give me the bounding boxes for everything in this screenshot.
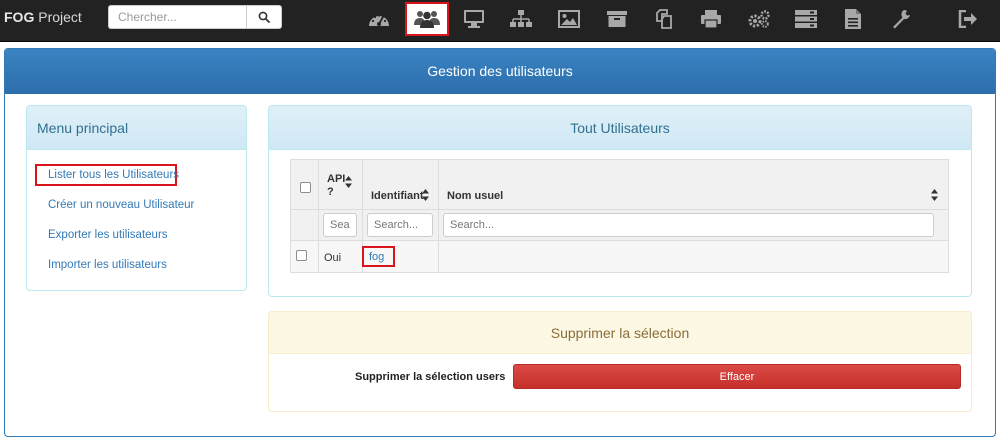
storage-icon <box>607 11 627 27</box>
column-header-api[interactable]: API ? <box>327 173 345 199</box>
sort-icon[interactable] <box>422 189 429 201</box>
nav-snapins[interactable] <box>643 3 685 35</box>
users-panel: Tout Utilisateurs API ? Identifiant Nom … <box>268 105 972 297</box>
groups-icon <box>510 10 532 27</box>
main-panel: Gestion des utilisateurs Menu principal … <box>4 48 996 437</box>
row-identifier-link[interactable]: fog <box>369 251 384 263</box>
snapins-icon <box>656 9 672 29</box>
menu-item-export-users[interactable]: Exporter les utilisateurs <box>48 229 168 241</box>
column-header-identifier[interactable]: Identifiant <box>371 190 424 203</box>
sort-icon[interactable] <box>931 189 938 201</box>
nav-dashboard[interactable] <box>358 3 400 35</box>
dashboard-icon <box>369 14 389 26</box>
row-checkbox[interactable] <box>296 250 307 261</box>
nav-groups[interactable] <box>500 3 542 35</box>
search-icon <box>258 11 270 23</box>
users-panel-title: Tout Utilisateurs <box>269 106 971 150</box>
search-bar <box>108 5 282 29</box>
settings-icon <box>893 10 910 29</box>
delete-panel-title: Supprimer la sélection <box>269 312 971 354</box>
nav-services[interactable] <box>738 3 780 35</box>
top-navbar: FOG Project <box>0 0 1000 42</box>
nav-images[interactable] <box>548 3 590 35</box>
sort-icon[interactable] <box>345 176 352 188</box>
menu-item-create-user[interactable]: Créer un nouveau Utilisateur <box>48 199 194 211</box>
nav-users[interactable] <box>405 2 449 36</box>
select-all-checkbox[interactable] <box>300 182 311 193</box>
users-table: API ? Identifiant Nom usuel Oui <box>290 159 949 273</box>
tasks-icon <box>795 10 817 28</box>
nav-logout[interactable] <box>947 3 989 35</box>
printers-icon <box>701 10 721 29</box>
brand-logo[interactable]: FOG Project <box>4 8 82 26</box>
delete-button[interactable]: Effacer <box>513 364 961 389</box>
services-icon <box>748 10 770 28</box>
users-icon <box>414 11 440 28</box>
filter-name-input[interactable] <box>443 213 934 237</box>
menu-item-list-users[interactable]: Lister tous les Utilisateurs <box>48 169 179 181</box>
nav-reports[interactable] <box>832 3 874 35</box>
nav-settings[interactable] <box>880 3 922 35</box>
delete-selection-panel: Supprimer la sélection Supprimer la séle… <box>268 311 972 412</box>
filter-api-input[interactable] <box>323 213 357 237</box>
main-menu-panel: Menu principal Lister tous les Utilisate… <box>26 105 247 291</box>
search-input[interactable] <box>108 5 246 29</box>
nav-storage[interactable] <box>596 3 638 35</box>
images-icon <box>558 10 580 28</box>
delete-selection-label: Supprimer la sélection users <box>355 371 506 383</box>
filter-identifier-input[interactable] <box>367 213 433 237</box>
menu-item-import-users[interactable]: Importer les utilisateurs <box>48 259 167 271</box>
search-button[interactable] <box>246 5 282 29</box>
row-api-value: Oui <box>324 252 342 264</box>
logout-icon <box>958 10 977 28</box>
nav-hosts[interactable] <box>453 3 495 35</box>
menu-title: Menu principal <box>27 106 246 150</box>
reports-icon <box>845 9 861 29</box>
hosts-icon <box>464 10 484 28</box>
page-title: Gestion des utilisateurs <box>5 49 995 94</box>
column-header-name[interactable]: Nom usuel <box>447 190 503 203</box>
nav-printers[interactable] <box>690 3 732 35</box>
nav-tasks[interactable] <box>785 3 827 35</box>
